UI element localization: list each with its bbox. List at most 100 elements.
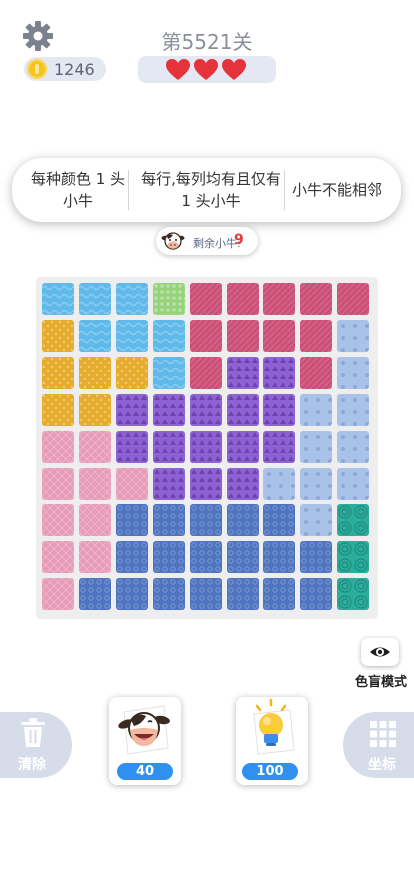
board-cell[interactable] (115, 283, 148, 315)
board-cell[interactable] (42, 430, 74, 463)
board-cell[interactable] (189, 356, 222, 389)
board-cell[interactable] (300, 504, 333, 537)
board-cell[interactable] (263, 504, 296, 537)
board-cell[interactable] (115, 356, 148, 389)
board-cell[interactable] (337, 283, 370, 315)
board-cell[interactable] (42, 467, 74, 500)
board-cell[interactable] (189, 578, 222, 611)
rule-no-adjacent: 小牛不能相邻 (292, 181, 383, 199)
board-cell[interactable] (115, 504, 148, 537)
board-cell[interactable] (263, 393, 296, 426)
grid-icon[interactable] (370, 721, 396, 747)
cow-icon (161, 232, 185, 250)
board-cell[interactable] (78, 504, 111, 537)
board-cell[interactable] (226, 319, 259, 352)
board-cell[interactable] (226, 504, 259, 537)
board-cell[interactable] (42, 504, 74, 537)
board-cell[interactable] (300, 356, 333, 389)
board-cell[interactable] (115, 393, 148, 426)
board-cell[interactable] (189, 393, 222, 426)
board-cell[interactable] (115, 430, 148, 463)
board-cell[interactable] (42, 393, 74, 426)
board-cell[interactable] (226, 467, 259, 500)
coin-count: 1246 (54, 60, 95, 79)
board-cell[interactable] (337, 504, 370, 537)
board-cell[interactable] (337, 319, 370, 352)
board-cell[interactable] (152, 467, 185, 500)
board-cell[interactable] (300, 283, 333, 315)
board-cell[interactable] (115, 319, 148, 352)
board-cell[interactable] (78, 356, 111, 389)
board-cell[interactable] (189, 467, 222, 500)
board-cell[interactable] (300, 578, 333, 611)
board-cell[interactable] (226, 430, 259, 463)
trash-icon[interactable] (20, 718, 46, 748)
board-cell[interactable] (337, 356, 370, 389)
board-cell[interactable] (226, 283, 259, 315)
board-cell[interactable] (115, 467, 148, 500)
board-cell[interactable] (152, 541, 185, 574)
board-cell[interactable] (152, 393, 185, 426)
board-cell[interactable] (263, 319, 296, 352)
heart-icon (222, 59, 246, 80)
board-cell[interactable] (300, 393, 333, 426)
board-cell[interactable] (152, 283, 185, 315)
board-cell[interactable] (115, 578, 148, 611)
board-cell[interactable] (78, 467, 111, 500)
board-cell[interactable] (226, 356, 259, 389)
board-cell[interactable] (189, 430, 222, 463)
board-cell[interactable] (42, 356, 74, 389)
hint-price: 100 (242, 763, 298, 780)
board-cell[interactable] (78, 393, 111, 426)
board-cell[interactable] (42, 578, 74, 611)
board-cell[interactable] (337, 467, 370, 500)
rule-one-per-row-col: 每行,每列均有且仅有 1 头小牛 (141, 170, 281, 210)
board-cell[interactable] (300, 430, 333, 463)
puzzle-board (36, 277, 378, 619)
eye-icon[interactable] (369, 643, 391, 661)
board-cell[interactable] (263, 356, 296, 389)
board-cell[interactable] (152, 319, 185, 352)
board-cell[interactable] (78, 430, 111, 463)
board-cell[interactable] (152, 430, 185, 463)
board-cell[interactable] (42, 283, 74, 315)
cow-powerup-price: 40 (117, 763, 173, 780)
clear-label: 清除 (18, 757, 46, 773)
board-cell[interactable] (263, 283, 296, 315)
board-cell[interactable] (263, 541, 296, 574)
remaining-cows-count: 9 (234, 232, 244, 248)
board-cell[interactable] (189, 541, 222, 574)
board-cell[interactable] (226, 578, 259, 611)
board-cell[interactable] (115, 541, 148, 574)
board-cell[interactable] (263, 467, 296, 500)
board-cell[interactable] (300, 319, 333, 352)
board-cell[interactable] (189, 283, 222, 315)
board-cell[interactable] (152, 504, 185, 537)
rules-panel: 每种颜色 1 头小牛 每行,每列均有且仅有 1 头小牛 小牛不能相邻 (12, 158, 401, 222)
board-cell[interactable] (263, 430, 296, 463)
board-cell[interactable] (152, 356, 185, 389)
board-cell[interactable] (226, 393, 259, 426)
heart-icon (194, 59, 218, 80)
board-cell[interactable] (337, 430, 370, 463)
board-cell[interactable] (337, 578, 370, 611)
board-cell[interactable] (78, 578, 111, 611)
board-cell[interactable] (300, 541, 333, 574)
board-cell[interactable] (337, 393, 370, 426)
board-cell[interactable] (42, 541, 74, 574)
rule-one-per-color: 每种颜色 1 头小牛 (30, 170, 126, 210)
board-cell[interactable] (300, 467, 333, 500)
board-cell[interactable] (189, 319, 222, 352)
board-cell[interactable] (337, 541, 370, 574)
lightbulb-icon (253, 698, 295, 755)
divider (284, 170, 285, 210)
board-cell[interactable] (226, 541, 259, 574)
board-cell[interactable] (78, 319, 111, 352)
board-cell[interactable] (189, 504, 222, 537)
board-cell[interactable] (78, 283, 111, 315)
board-cell[interactable] (42, 319, 74, 352)
coordinates-label: 坐标 (368, 757, 396, 773)
board-cell[interactable] (263, 578, 296, 611)
board-cell[interactable] (78, 541, 111, 574)
board-cell[interactable] (152, 578, 185, 611)
